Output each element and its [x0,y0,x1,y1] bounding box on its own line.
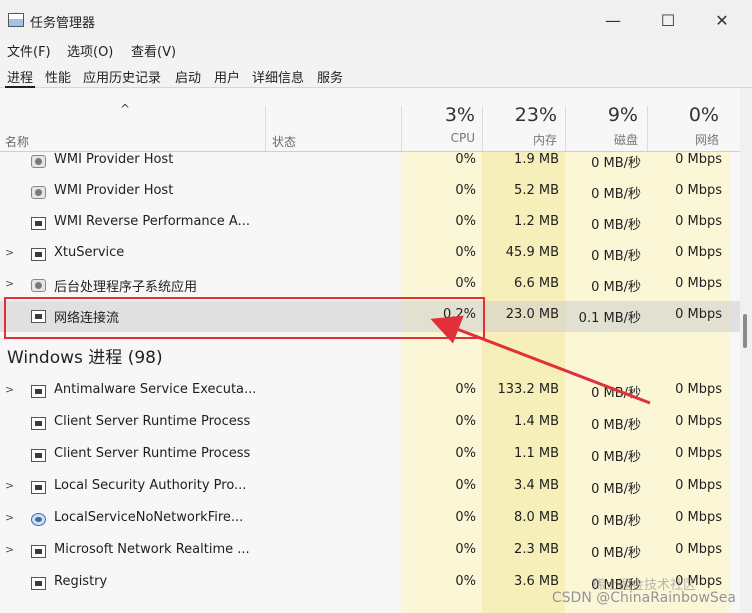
watermark: CSDN @ChinaRainbowSea [551,590,736,606]
annotation-arrow-icon [430,315,651,405]
